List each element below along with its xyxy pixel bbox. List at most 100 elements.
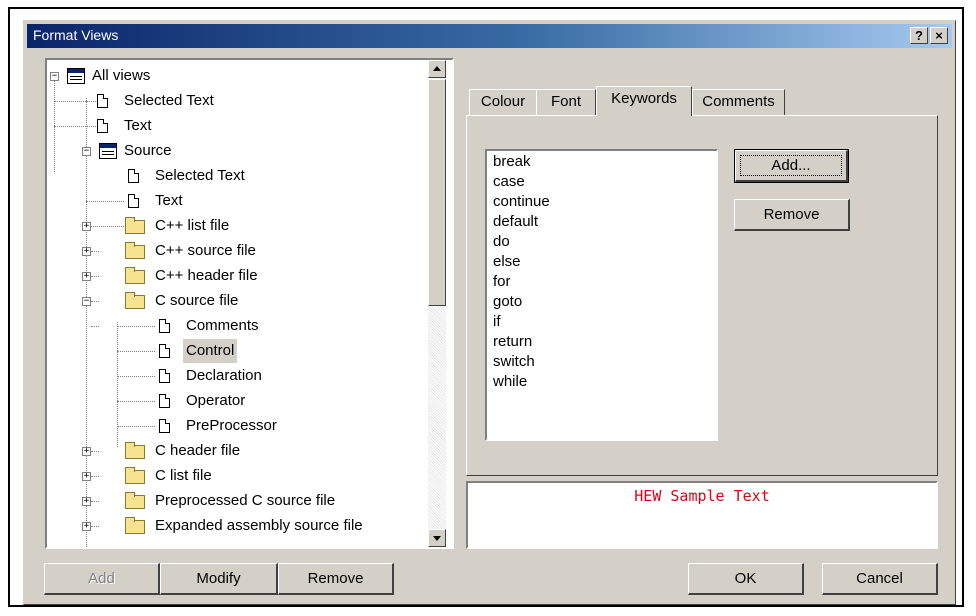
folder-icon	[125, 492, 145, 509]
tab-colour[interactable]: Colour	[469, 89, 537, 115]
tree-item-c-source-file[interactable]: − C source file	[47, 289, 447, 313]
close-button[interactable]: ×	[930, 27, 948, 44]
keyword-item[interactable]: do	[493, 232, 510, 252]
document-icon	[128, 194, 139, 208]
folder-icon	[125, 442, 145, 459]
keywords-list[interactable]: break case continue default do else for …	[485, 149, 718, 441]
window-title: Format Views	[33, 27, 119, 43]
keyword-item[interactable]: continue	[493, 192, 550, 212]
expand-icon[interactable]: +	[82, 447, 91, 456]
folder-icon	[125, 217, 145, 234]
tree-item-all-views[interactable]: − All views	[47, 64, 447, 88]
expand-icon[interactable]: +	[82, 522, 91, 531]
tree-item-label: Selected Text	[124, 92, 214, 109]
sample-preview: HEW Sample Text	[466, 481, 938, 549]
tree-item-source-selected-text[interactable]: Selected Text	[47, 164, 447, 188]
tree-item-text[interactable]: Text	[47, 114, 447, 138]
views-icon	[99, 143, 117, 159]
tree-item-declaration[interactable]: Declaration	[47, 364, 447, 388]
format-views-dialog: Format Views ? × − All views Selected Te…	[23, 20, 956, 605]
cancel-button[interactable]: Cancel	[822, 563, 938, 595]
tree-item-label: PreProcessor	[186, 417, 277, 434]
tree-item-source-text[interactable]: Text	[47, 189, 447, 213]
remove-keyword-button[interactable]: Remove	[734, 199, 850, 231]
collapse-icon[interactable]: −	[50, 72, 59, 81]
tree-item-label-selected: Control	[183, 339, 238, 363]
expand-icon[interactable]: +	[82, 222, 91, 231]
tree-item-label: C list file	[155, 467, 212, 484]
tree-item-cpp-source-file[interactable]: + C++ source file	[47, 239, 447, 263]
tree-item-preprocessor[interactable]: PreProcessor	[47, 414, 447, 438]
tree-item-label: Operator	[186, 392, 246, 409]
document-icon	[159, 419, 170, 433]
keyword-item[interactable]: default	[493, 212, 538, 232]
tree-item-label: C header file	[155, 442, 241, 459]
expand-icon[interactable]: +	[82, 247, 91, 256]
tree-item-selected-text[interactable]: Selected Text	[47, 89, 447, 113]
collapse-icon[interactable]: −	[82, 297, 91, 306]
tree-item-comments[interactable]: Comments	[47, 314, 447, 338]
expand-icon[interactable]: +	[82, 472, 91, 481]
scroll-down-arrow-icon[interactable]	[428, 529, 446, 547]
tree-item-label: Text	[124, 117, 152, 134]
keyword-item[interactable]: else	[493, 252, 521, 272]
document-icon	[159, 344, 170, 358]
tree-item-label: Comments	[186, 317, 259, 334]
tab-font[interactable]: Font	[536, 89, 596, 115]
tab-comments[interactable]: Comments	[692, 89, 785, 115]
add-button[interactable]: Add	[44, 563, 160, 595]
tree-item-c-list-file[interactable]: + C list file	[47, 464, 447, 488]
remove-button[interactable]: Remove	[278, 563, 394, 595]
tree-item-operator[interactable]: Operator	[47, 389, 447, 413]
keyword-item[interactable]: switch	[493, 352, 535, 372]
add-keyword-button[interactable]: Add...	[734, 149, 849, 183]
keyword-item[interactable]: if	[493, 312, 501, 332]
tree-item-source[interactable]: − Source	[47, 139, 447, 163]
folder-icon	[125, 517, 145, 534]
views-tree[interactable]: − All views Selected Text Text − Source …	[45, 58, 454, 549]
tree-item-label: C++ list file	[155, 217, 230, 234]
document-icon	[97, 119, 108, 133]
keyword-item[interactable]: return	[493, 332, 532, 352]
tab-keywords[interactable]: Keywords	[596, 86, 692, 116]
keyword-item[interactable]: break	[493, 152, 531, 172]
tree-item-expanded-assembly-source-file[interactable]: + Expanded assembly source file	[47, 514, 447, 538]
tree-item-control[interactable]: Control	[47, 339, 447, 363]
tree-item-cpp-header-file[interactable]: + C++ header file	[47, 264, 447, 288]
expand-icon[interactable]: +	[82, 497, 91, 506]
document-icon	[159, 369, 170, 383]
tree-item-c-header-file[interactable]: + C header file	[47, 439, 447, 463]
document-icon	[97, 94, 108, 108]
tree-item-cpp-list-file[interactable]: + C++ list file	[47, 214, 447, 238]
tree-item-label: All views	[92, 67, 151, 84]
scroll-up-arrow-icon[interactable]	[428, 60, 446, 78]
title-bar[interactable]: Format Views ? ×	[27, 24, 952, 48]
tree-item-label: Source	[124, 142, 172, 159]
keyword-item[interactable]: for	[493, 272, 511, 292]
tree-scrollbar[interactable]	[428, 60, 446, 547]
document-icon	[128, 169, 139, 183]
document-icon	[159, 319, 170, 333]
tree-item-label: Selected Text	[155, 167, 245, 184]
collapse-icon[interactable]: −	[82, 147, 91, 156]
focus-rect	[740, 155, 842, 176]
tree-item-label: Preprocessed C source file	[155, 492, 336, 509]
keyword-item[interactable]: while	[493, 372, 527, 392]
expand-icon[interactable]: +	[82, 272, 91, 281]
ok-button[interactable]: OK	[688, 563, 804, 595]
sample-text: HEW Sample Text	[634, 487, 770, 505]
modify-button[interactable]: Modify	[160, 563, 278, 595]
help-button[interactable]: ?	[910, 27, 928, 44]
keyword-item[interactable]: case	[493, 172, 525, 192]
tree-item-label: C++ header file	[155, 267, 258, 284]
tree-item-label: C++ source file	[155, 242, 256, 259]
views-icon	[67, 68, 85, 84]
folder-icon	[125, 267, 145, 284]
tree-item-label: Text	[155, 192, 183, 209]
scroll-thumb[interactable]	[428, 79, 446, 306]
tree-item-preprocessed-c-source-file[interactable]: + Preprocessed C source file	[47, 489, 447, 513]
keyword-item[interactable]: goto	[493, 292, 522, 312]
folder-icon	[125, 292, 145, 309]
tree-item-label: Declaration	[186, 367, 262, 384]
document-icon	[159, 394, 170, 408]
